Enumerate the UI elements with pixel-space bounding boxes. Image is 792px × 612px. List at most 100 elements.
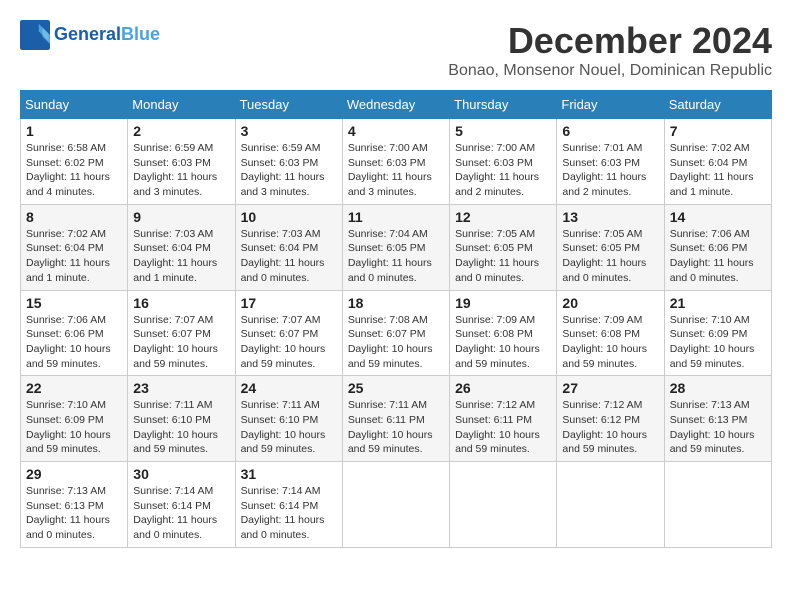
cell-info: Daylight: 11 hours and 2 minutes. <box>455 170 551 199</box>
header-day-thursday: Thursday <box>450 91 557 119</box>
cell-info: Sunset: 6:08 PM <box>455 327 551 342</box>
calendar-cell: 5Sunrise: 7:00 AMSunset: 6:03 PMDaylight… <box>450 119 557 205</box>
day-number: 24 <box>241 380 337 396</box>
cell-info: Daylight: 11 hours and 0 minutes. <box>562 256 658 285</box>
cell-info: Sunset: 6:12 PM <box>562 413 658 428</box>
cell-info: Sunrise: 7:13 AM <box>670 398 766 413</box>
cell-info: Sunrise: 7:05 AM <box>562 227 658 242</box>
cell-info: Sunset: 6:02 PM <box>26 156 122 171</box>
calendar-cell: 12Sunrise: 7:05 AMSunset: 6:05 PMDayligh… <box>450 204 557 290</box>
cell-info: Sunrise: 7:12 AM <box>455 398 551 413</box>
cell-info: Sunset: 6:05 PM <box>562 241 658 256</box>
cell-info: Sunset: 6:11 PM <box>455 413 551 428</box>
cell-info: Sunrise: 7:03 AM <box>133 227 229 242</box>
cell-info: Daylight: 11 hours and 0 minutes. <box>670 256 766 285</box>
cell-info: Daylight: 10 hours and 59 minutes. <box>26 342 122 371</box>
week-row-3: 15Sunrise: 7:06 AMSunset: 6:06 PMDayligh… <box>21 290 772 376</box>
cell-info: Sunset: 6:05 PM <box>455 241 551 256</box>
cell-info: Sunrise: 7:00 AM <box>348 141 444 156</box>
cell-info: Daylight: 11 hours and 0 minutes. <box>133 513 229 542</box>
calendar-cell: 17Sunrise: 7:07 AMSunset: 6:07 PMDayligh… <box>235 290 342 376</box>
header-day-saturday: Saturday <box>664 91 771 119</box>
calendar-cell: 14Sunrise: 7:06 AMSunset: 6:06 PMDayligh… <box>664 204 771 290</box>
cell-info: Sunrise: 7:06 AM <box>670 227 766 242</box>
day-number: 17 <box>241 295 337 311</box>
cell-info: Sunrise: 7:10 AM <box>670 313 766 328</box>
cell-info: Sunset: 6:14 PM <box>133 499 229 514</box>
cell-info: Daylight: 10 hours and 59 minutes. <box>562 342 658 371</box>
cell-info: Sunset: 6:06 PM <box>26 327 122 342</box>
calendar-cell: 27Sunrise: 7:12 AMSunset: 6:12 PMDayligh… <box>557 376 664 462</box>
calendar-cell: 2Sunrise: 6:59 AMSunset: 6:03 PMDaylight… <box>128 119 235 205</box>
cell-info: Sunset: 6:14 PM <box>241 499 337 514</box>
cell-info: Sunset: 6:08 PM <box>562 327 658 342</box>
cell-info: Sunset: 6:11 PM <box>348 413 444 428</box>
day-number: 8 <box>26 209 122 225</box>
day-number: 31 <box>241 466 337 482</box>
cell-info: Daylight: 10 hours and 59 minutes. <box>241 428 337 457</box>
cell-info: Daylight: 10 hours and 59 minutes. <box>26 428 122 457</box>
cell-info: Sunrise: 7:11 AM <box>348 398 444 413</box>
day-number: 19 <box>455 295 551 311</box>
cell-info: Sunrise: 7:04 AM <box>348 227 444 242</box>
cell-info: Sunset: 6:06 PM <box>670 241 766 256</box>
calendar-cell <box>557 462 664 548</box>
cell-info: Sunrise: 6:59 AM <box>133 141 229 156</box>
day-number: 1 <box>26 123 122 139</box>
calendar-cell: 18Sunrise: 7:08 AMSunset: 6:07 PMDayligh… <box>342 290 449 376</box>
header-day-monday: Monday <box>128 91 235 119</box>
calendar-cell: 31Sunrise: 7:14 AMSunset: 6:14 PMDayligh… <box>235 462 342 548</box>
cell-info: Sunset: 6:03 PM <box>562 156 658 171</box>
day-number: 26 <box>455 380 551 396</box>
day-number: 21 <box>670 295 766 311</box>
day-number: 25 <box>348 380 444 396</box>
week-row-5: 29Sunrise: 7:13 AMSunset: 6:13 PMDayligh… <box>21 462 772 548</box>
logo-text: GeneralBlue <box>54 24 160 46</box>
cell-info: Daylight: 10 hours and 59 minutes. <box>241 342 337 371</box>
cell-info: Daylight: 11 hours and 1 minute. <box>133 256 229 285</box>
calendar-cell: 1Sunrise: 6:58 AMSunset: 6:02 PMDaylight… <box>21 119 128 205</box>
cell-info: Daylight: 11 hours and 0 minutes. <box>455 256 551 285</box>
cell-info: Daylight: 11 hours and 0 minutes. <box>348 256 444 285</box>
cell-info: Sunset: 6:04 PM <box>670 156 766 171</box>
cell-info: Sunset: 6:03 PM <box>133 156 229 171</box>
calendar-cell: 21Sunrise: 7:10 AMSunset: 6:09 PMDayligh… <box>664 290 771 376</box>
calendar-cell: 28Sunrise: 7:13 AMSunset: 6:13 PMDayligh… <box>664 376 771 462</box>
cell-info: Sunrise: 7:01 AM <box>562 141 658 156</box>
cell-info: Sunset: 6:03 PM <box>455 156 551 171</box>
calendar-cell: 3Sunrise: 6:59 AMSunset: 6:03 PMDaylight… <box>235 119 342 205</box>
cell-info: Daylight: 10 hours and 59 minutes. <box>455 342 551 371</box>
location: Bonao, Monsenor Nouel, Dominican Republi… <box>448 62 772 80</box>
cell-info: Sunset: 6:10 PM <box>241 413 337 428</box>
calendar-cell: 23Sunrise: 7:11 AMSunset: 6:10 PMDayligh… <box>128 376 235 462</box>
day-number: 4 <box>348 123 444 139</box>
calendar-cell: 6Sunrise: 7:01 AMSunset: 6:03 PMDaylight… <box>557 119 664 205</box>
calendar-cell: 25Sunrise: 7:11 AMSunset: 6:11 PMDayligh… <box>342 376 449 462</box>
calendar-cell <box>342 462 449 548</box>
logo-general: General <box>54 24 121 44</box>
title-block: December 2024 Bonao, Monsenor Nouel, Dom… <box>448 20 772 80</box>
cell-info: Sunrise: 7:14 AM <box>241 484 337 499</box>
cell-info: Daylight: 11 hours and 1 minute. <box>26 256 122 285</box>
cell-info: Sunrise: 6:59 AM <box>241 141 337 156</box>
cell-info: Sunset: 6:13 PM <box>670 413 766 428</box>
day-number: 22 <box>26 380 122 396</box>
cell-info: Sunrise: 7:11 AM <box>133 398 229 413</box>
logo: GeneralBlue <box>20 20 160 50</box>
calendar-cell: 10Sunrise: 7:03 AMSunset: 6:04 PMDayligh… <box>235 204 342 290</box>
cell-info: Sunset: 6:04 PM <box>133 241 229 256</box>
calendar-cell: 15Sunrise: 7:06 AMSunset: 6:06 PMDayligh… <box>21 290 128 376</box>
cell-info: Sunset: 6:04 PM <box>241 241 337 256</box>
header-day-sunday: Sunday <box>21 91 128 119</box>
day-number: 10 <box>241 209 337 225</box>
day-number: 23 <box>133 380 229 396</box>
calendar-cell <box>450 462 557 548</box>
calendar-cell: 19Sunrise: 7:09 AMSunset: 6:08 PMDayligh… <box>450 290 557 376</box>
header-row: SundayMondayTuesdayWednesdayThursdayFrid… <box>21 91 772 119</box>
cell-info: Sunset: 6:03 PM <box>348 156 444 171</box>
header-day-tuesday: Tuesday <box>235 91 342 119</box>
cell-info: Sunrise: 7:08 AM <box>348 313 444 328</box>
cell-info: Sunrise: 7:00 AM <box>455 141 551 156</box>
day-number: 28 <box>670 380 766 396</box>
cell-info: Sunset: 6:09 PM <box>26 413 122 428</box>
